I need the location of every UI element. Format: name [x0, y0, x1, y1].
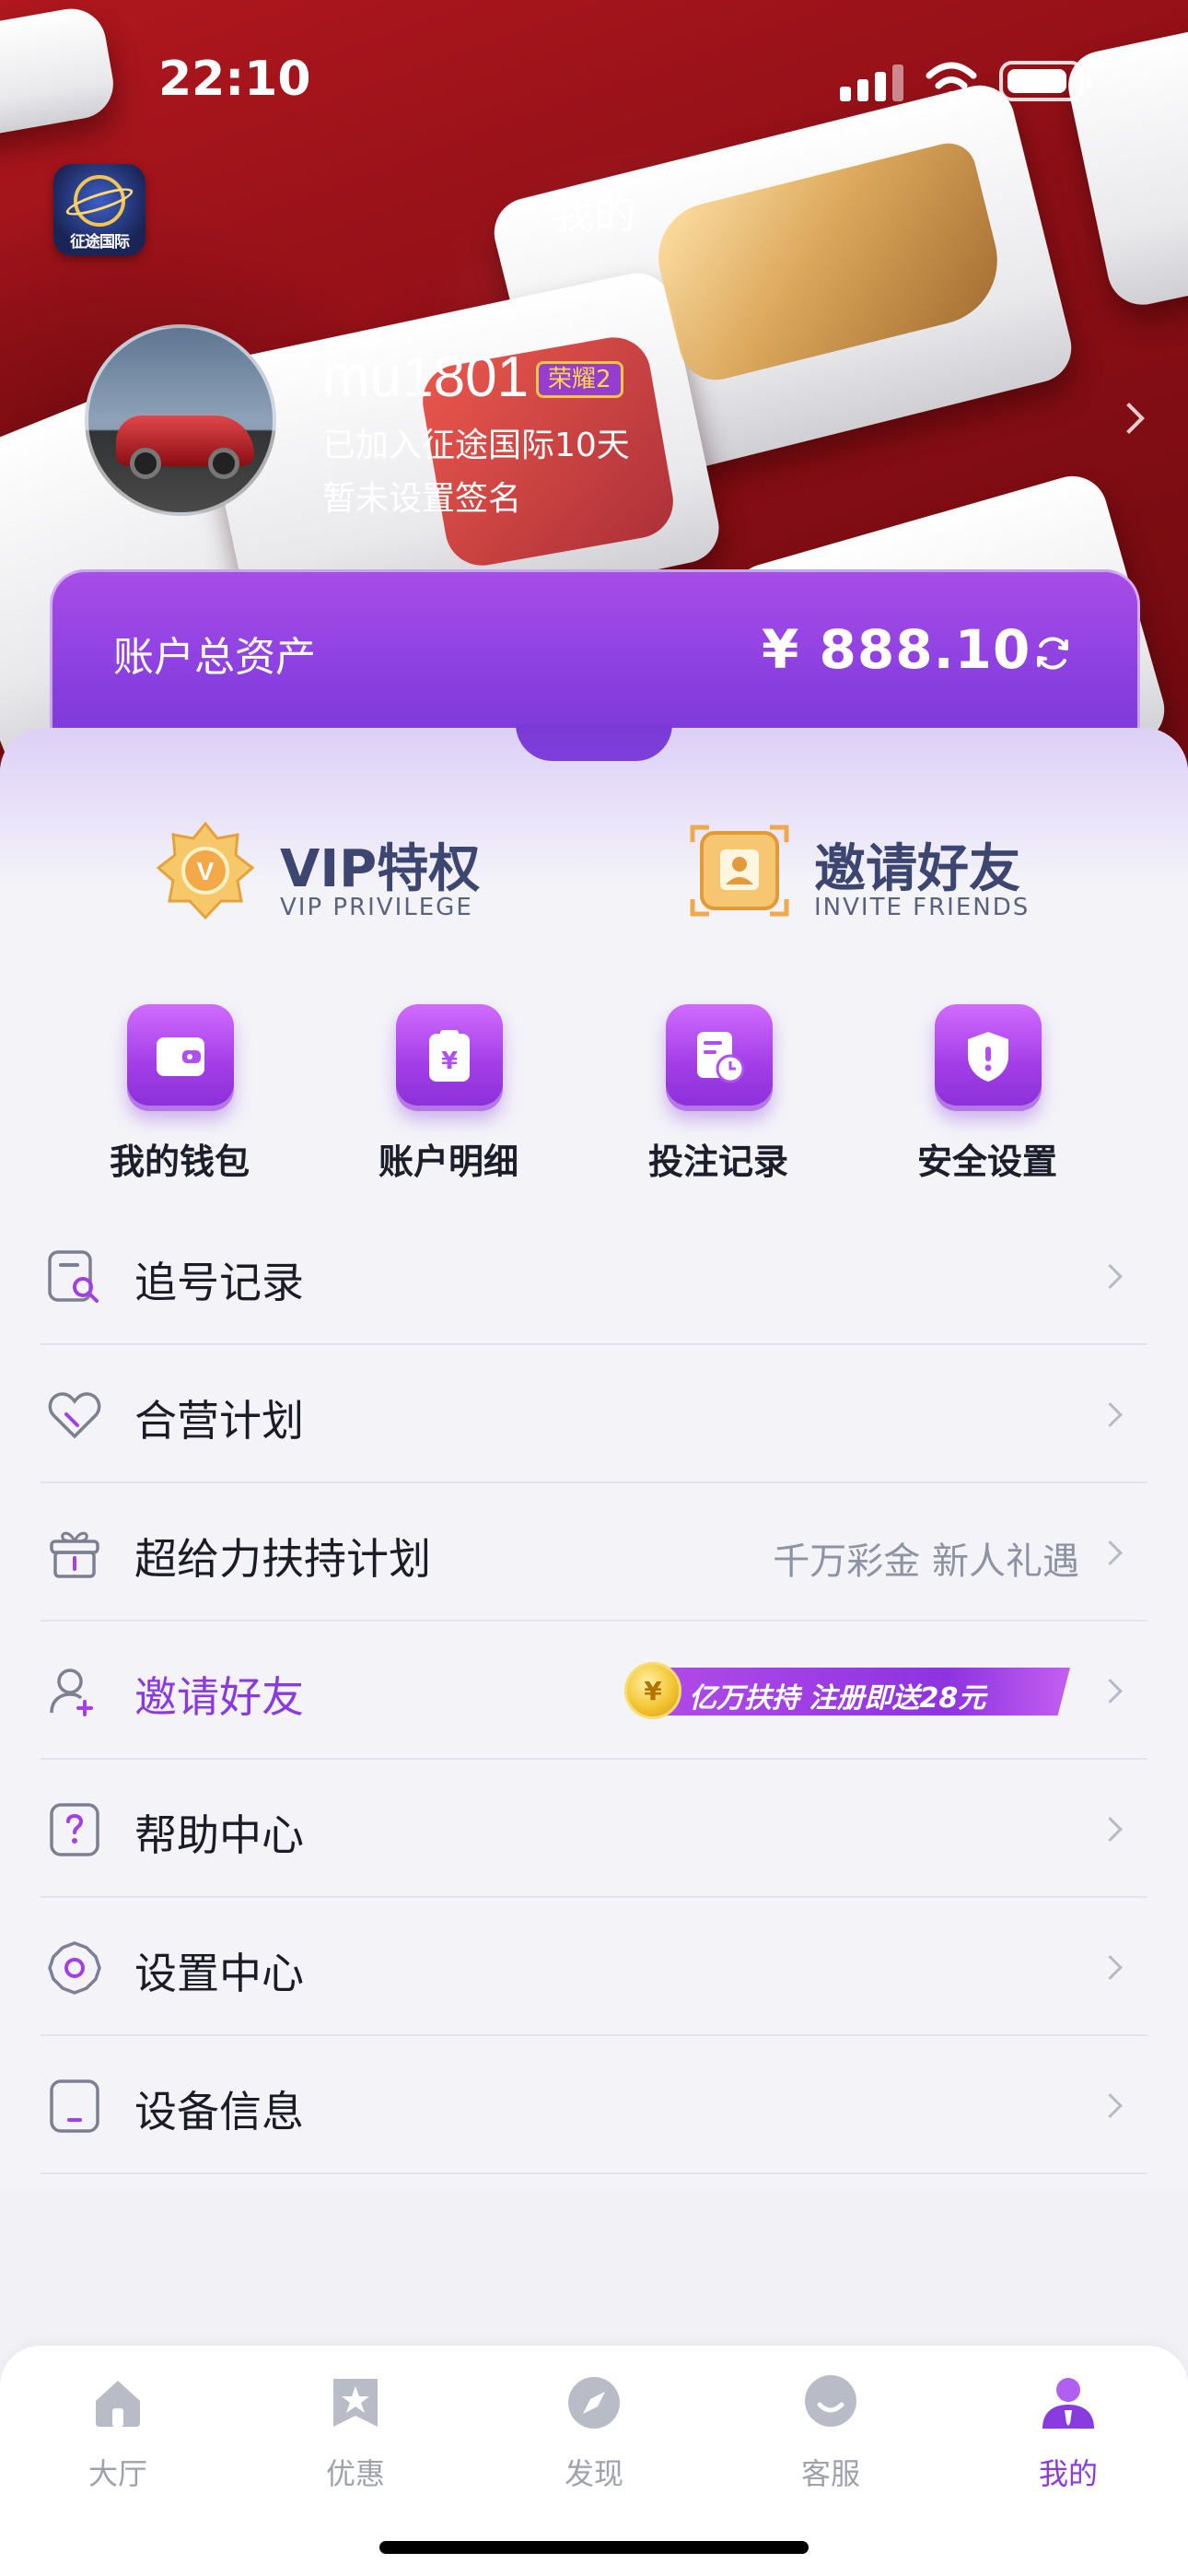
chevron-right-icon [1101, 1262, 1129, 1290]
avatar[interactable] [85, 324, 276, 516]
security-settings-button[interactable]: 安全设置 [895, 1004, 1079, 1188]
coin-icon: ¥ [624, 1662, 681, 1719]
tab-customer-service[interactable]: 客服 [757, 2373, 904, 2502]
menu-item-support-plan[interactable]: 超给力扶持计划 千万彩金 新人礼遇 [0, 1483, 1188, 1622]
rank-badge: 荣耀2 [536, 361, 623, 398]
total-assets-value: ¥ 888.10 [762, 618, 1031, 681]
quick-action-label: 账户明细 [378, 1142, 518, 1182]
bet-record-icon [697, 1032, 745, 1083]
menu-item-chase-records[interactable]: 追号记录 [0, 1207, 1188, 1345]
menu-item-device-info[interactable]: 设备信息 [0, 2036, 1188, 2174]
invite-title: 邀请好友 [814, 839, 1020, 899]
tab-label: 客服 [800, 2456, 860, 2491]
tab-discover[interactable]: 发现 [520, 2373, 668, 2502]
invite-friends-button[interactable]: 邀请好友 INVITE FRIENDS [689, 820, 1076, 940]
menu-item-help-center[interactable]: 帮助中心 [0, 1760, 1188, 1898]
gift-icon [50, 1531, 99, 1578]
shield-icon [968, 1032, 1008, 1082]
menu-item-hint: 千万彩金 新人礼遇 [773, 1540, 1079, 1583]
svg-text:¥: ¥ [441, 1048, 458, 1075]
account-details-button[interactable]: ¥ 账户明细 [356, 1004, 541, 1188]
invite-subtitle: INVITE FRIENDS [814, 894, 1031, 921]
signature-text[interactable]: 暂未设置签名 [322, 472, 521, 520]
cellular-signal-icon [840, 64, 906, 101]
bet-records-button[interactable]: 投注记录 [626, 1004, 810, 1188]
invite-card-icon [690, 825, 789, 917]
invite-user-icon [50, 1669, 93, 1716]
home-icon [96, 2381, 140, 2427]
menu-item-label: 邀请好友 [134, 1672, 304, 1722]
refresh-icon[interactable] [1032, 633, 1073, 673]
search-record-icon [48, 1250, 99, 1303]
battery-icon [999, 61, 1091, 101]
menu-item-label: 超给力扶持计划 [134, 1534, 431, 1584]
menu-item-label: 帮助中心 [134, 1810, 304, 1860]
settings-gear-icon [48, 1941, 101, 1995]
vip-subtitle: VIP PRIVILEGE [280, 894, 473, 921]
chevron-right-icon[interactable] [1112, 400, 1149, 437]
profile-icon [1042, 2378, 1094, 2429]
partnership-heart-icon [48, 1392, 101, 1439]
vip-badge-icon: V [156, 821, 255, 920]
username[interactable]: mu1801 [322, 345, 529, 410]
tab-label: 我的 [1038, 2456, 1098, 2491]
yuan-receipt-icon: ¥ [429, 1030, 470, 1082]
joined-days-text: 已加入征途国际10天 [322, 427, 630, 464]
star-badge-icon [333, 2379, 378, 2427]
quick-actions: 我的钱包 ¥ 账户明细 投注记录 安全设置 [0, 1004, 1188, 1188]
chevron-right-icon [1101, 1400, 1129, 1428]
page-title: 我的 [552, 189, 636, 239]
tab-mine[interactable]: 我的 [995, 2373, 1142, 2502]
quick-action-label: 安全设置 [916, 1142, 1057, 1182]
wallet-icon [157, 1037, 204, 1076]
device-icon [50, 2079, 99, 2133]
status-time: 22:10 [158, 52, 311, 107]
quick-action-label: 我的钱包 [109, 1142, 250, 1182]
menu-item-invite-friends[interactable]: 邀请好友 亿万扶持 注册即送28元 ¥ [0, 1622, 1188, 1760]
tab-label: 优惠 [325, 2456, 385, 2491]
chevron-right-icon [1101, 2091, 1129, 2119]
my-wallet-button[interactable]: 我的钱包 [87, 1004, 272, 1188]
chevron-right-icon [1101, 1677, 1129, 1704]
wifi-icon [926, 62, 977, 102]
support-chat-icon [805, 2375, 856, 2427]
chevron-right-icon [1101, 1953, 1129, 1981]
menu-item-label: 合营计划 [134, 1396, 304, 1446]
svg-text:V: V [197, 857, 215, 885]
tab-promotions[interactable]: 优惠 [282, 2373, 429, 2502]
chevron-right-icon [1101, 1539, 1129, 1566]
vip-privilege-button[interactable]: V VIP特权 VIP PRIVILEGE [155, 820, 523, 940]
tab-lobby[interactable]: 大厅 [44, 2373, 192, 2502]
help-icon [50, 1803, 99, 1856]
menu-item-partnership[interactable]: 合营计划 [0, 1345, 1188, 1483]
vip-title: VIP特权 [280, 839, 481, 899]
tab-label: 发现 [564, 2456, 623, 2491]
menu-item-label: 设置中心 [134, 1949, 304, 1998]
promo-text: 亿万扶持 注册即送28元 [689, 1682, 986, 1715]
compass-icon [568, 2377, 620, 2429]
promo-banner[interactable]: 亿万扶持 注册即送28元 ¥ [624, 1662, 1070, 1719]
status-bar: 22:10 [0, 0, 1188, 147]
menu-item-label: 追号记录 [134, 1258, 304, 1307]
tab-label: 大厅 [87, 2456, 147, 2491]
total-assets-label: 账户总资产 [113, 634, 316, 681]
quick-action-label: 投注记录 [647, 1142, 788, 1182]
home-indicator[interactable] [379, 2541, 809, 2554]
menu-item-label: 设备信息 [134, 2087, 304, 2137]
chevron-right-icon [1101, 1815, 1129, 1843]
menu-item-settings-center[interactable]: 设置中心 [0, 1898, 1188, 2036]
